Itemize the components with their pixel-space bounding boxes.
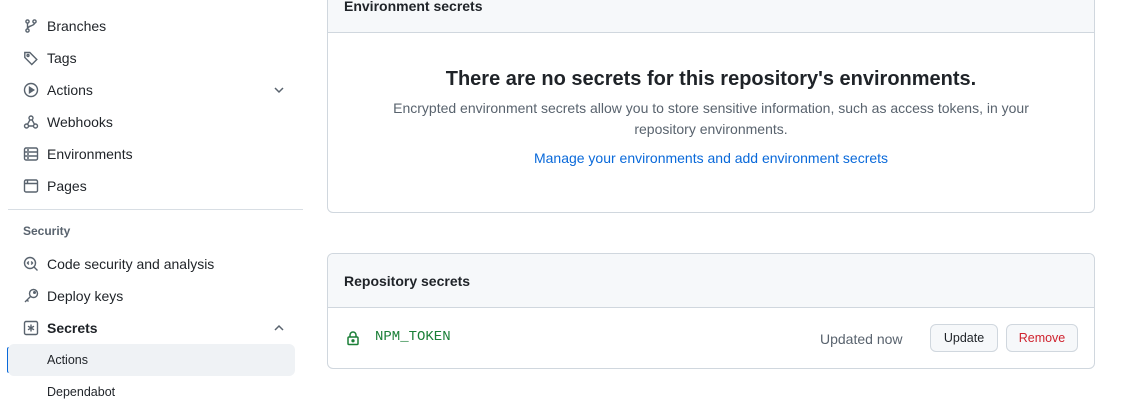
sidebar-subitem-dependabot[interactable]: Dependabot	[8, 376, 295, 408]
sidebar-item-label: Pages	[47, 178, 87, 194]
blankslate-description: Encrypted environment secrets allow you …	[393, 100, 1029, 137]
chevron-up-icon	[272, 321, 286, 335]
webhook-icon	[23, 114, 39, 130]
tag-icon	[23, 50, 39, 66]
lock-icon	[345, 330, 361, 346]
sidebar-item-label: Tags	[47, 50, 77, 66]
sidebar-item-label: Actions	[47, 353, 88, 367]
sidebar-item-label: Dependabot	[47, 385, 116, 399]
play-icon	[23, 82, 39, 98]
secret-row: NPM_TOKEN Updated now Update Remove	[328, 308, 1094, 369]
settings-sidebar: Branches Tags Actions Webhooks Environme…	[0, 0, 310, 412]
secret-updated-time: Updated now	[820, 331, 903, 347]
server-icon	[23, 146, 39, 162]
sidebar-item-environments[interactable]: Environments	[8, 138, 295, 170]
sidebar-item-label: Deploy keys	[47, 288, 124, 304]
sidebar-item-code-security[interactable]: Code security and analysis	[8, 248, 295, 280]
sidebar-subitem-actions[interactable]: Actions	[8, 344, 295, 376]
sidebar-item-deploy-keys[interactable]: Deploy keys	[8, 280, 295, 312]
repository-secrets-title: Repository secrets	[344, 273, 471, 289]
repository-secrets-box: Repository secrets NPM_TOKEN Updated now…	[327, 253, 1095, 369]
remove-secret-button[interactable]: Remove	[1006, 324, 1078, 352]
sidebar-item-secrets[interactable]: Secrets	[8, 312, 295, 344]
sidebar-item-label: Branches	[47, 18, 107, 34]
environment-secrets-title: Environment secrets	[344, 0, 483, 14]
environment-secrets-header: Environment secrets	[328, 0, 1094, 33]
sidebar-item-label: Actions	[47, 82, 93, 98]
git-branch-icon	[23, 18, 39, 34]
key-icon	[23, 288, 39, 304]
update-secret-button[interactable]: Update	[930, 324, 998, 352]
sidebar-section-title: Security	[23, 224, 71, 238]
sidebar-item-actions[interactable]: Actions	[8, 74, 295, 106]
sidebar-item-branches[interactable]: Branches	[8, 10, 295, 42]
codescan-icon	[23, 256, 39, 272]
sidebar-item-label: Code security and analysis	[47, 256, 215, 272]
browser-icon	[23, 178, 39, 194]
asterisk-icon	[23, 320, 39, 336]
secret-name: NPM_TOKEN	[375, 329, 451, 345]
sidebar-item-webhooks[interactable]: Webhooks	[8, 106, 295, 138]
sidebar-item-label: Webhooks	[47, 114, 113, 130]
sidebar-item-label: Secrets	[47, 320, 98, 336]
blankslate-title: There are no secrets for this repository…	[445, 68, 977, 90]
manage-environments-link[interactable]: Manage your environments and add environ…	[328, 150, 1094, 166]
repository-secrets-header: Repository secrets	[328, 254, 1094, 308]
chevron-down-icon	[272, 83, 286, 97]
sidebar-item-pages[interactable]: Pages	[8, 170, 295, 202]
environment-secrets-box: Environment secrets There are no secrets…	[327, 0, 1095, 213]
sidebar-divider	[8, 209, 303, 210]
sidebar-item-label: Environments	[47, 146, 133, 162]
sidebar-item-tags[interactable]: Tags	[8, 42, 295, 74]
